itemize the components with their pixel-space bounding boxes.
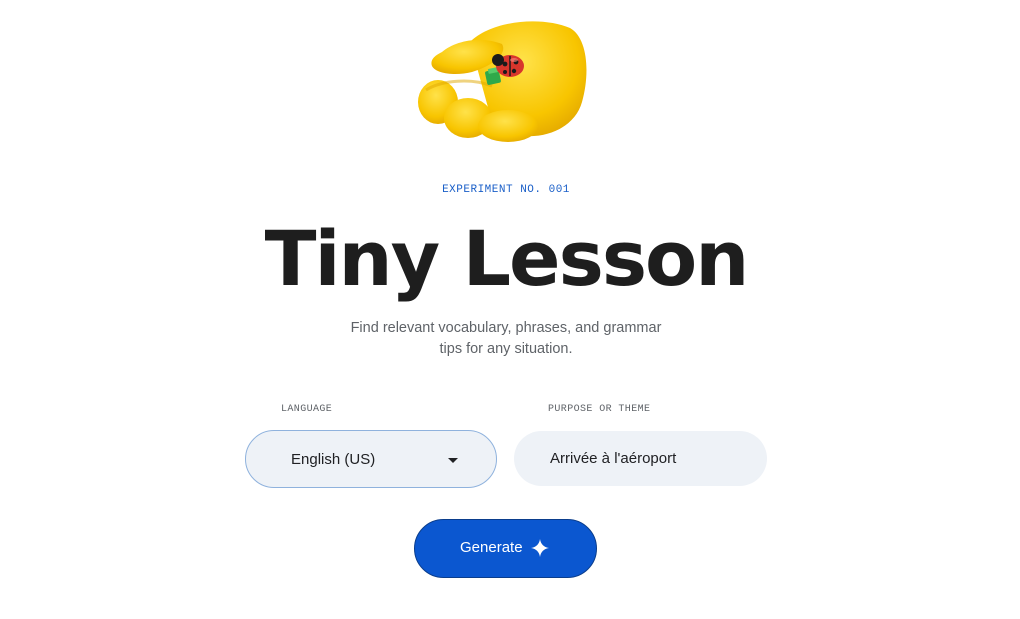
- generate-button[interactable]: Generate: [414, 519, 597, 578]
- purpose-input[interactable]: [514, 431, 767, 486]
- subtitle-line: Find relevant vocabulary, phrases, and g…: [350, 320, 662, 336]
- language-selected-value: English (US): [291, 451, 376, 468]
- sparkle-icon: [531, 539, 549, 557]
- caret-down-icon: [448, 458, 458, 463]
- purpose-label: PURPOSE OR THEME: [548, 404, 651, 415]
- hand-ladybug-illustration: [418, 21, 587, 142]
- language-label: LANGUAGE: [281, 404, 333, 415]
- language-select[interactable]: English (US): [245, 430, 497, 488]
- subtitle-line: tips for any situation.: [439, 341, 573, 357]
- page: EXPERIMENT NO. 001 Tiny Lesson Find rele…: [0, 0, 1020, 619]
- experiment-label: EXPERIMENT NO. 001: [442, 184, 570, 196]
- page-title: Tiny Lesson: [264, 214, 750, 303]
- page-subtitle: Find relevant vocabulary, phrases, and g…: [0, 318, 1012, 360]
- generate-label: Generate: [460, 539, 523, 556]
